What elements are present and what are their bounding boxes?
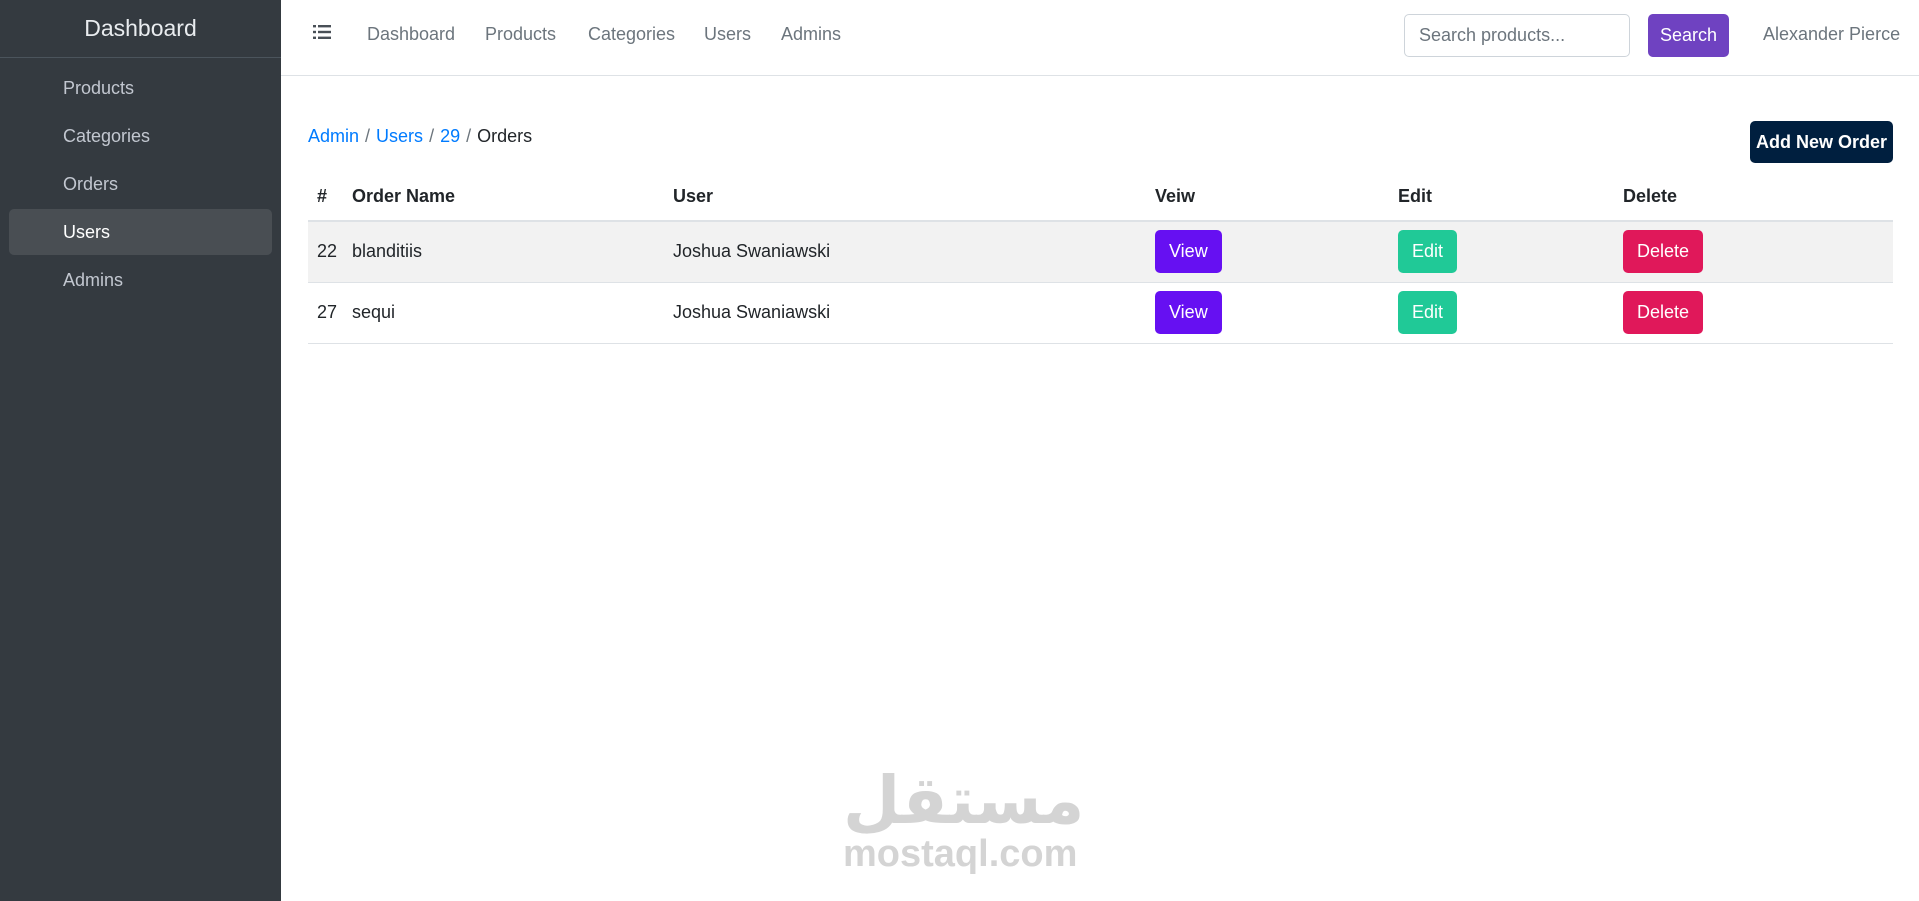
sidebar-item-users[interactable]: Users xyxy=(9,209,272,255)
order-user: Joshua Swaniawski xyxy=(664,221,1146,283)
view-cell: View xyxy=(1146,282,1389,344)
view-cell: View xyxy=(1146,221,1389,283)
edit-button[interactable]: Edit xyxy=(1398,230,1458,274)
sidebar-item-admins[interactable]: Admins xyxy=(9,257,272,303)
top-navbar: Dashboard Products Categories Users Admi… xyxy=(281,0,1919,76)
column-header-order-name: Order Name xyxy=(343,173,664,222)
breadcrumb-current: Orders xyxy=(477,126,533,146)
column-header-edit: Edit xyxy=(1389,173,1614,222)
delete-cell: Delete xyxy=(1614,282,1893,344)
column-header-delete: Delete xyxy=(1614,173,1893,222)
edit-button[interactable]: Edit xyxy=(1398,291,1458,334)
edit-cell: Edit xyxy=(1389,221,1614,283)
table-row: 22 blanditiis Joshua Swaniawski View Edi… xyxy=(308,221,1893,283)
table-header-row: # Order Name User Veiw Edit Delete xyxy=(308,173,1893,222)
delete-button[interactable]: Delete xyxy=(1623,230,1704,274)
nav-link-products[interactable]: Products xyxy=(485,24,556,45)
breadcrumb-link-user-id[interactable]: 29 xyxy=(440,126,460,146)
edit-cell: Edit xyxy=(1389,282,1614,344)
delete-cell: Delete xyxy=(1614,221,1893,283)
sidebar-nav: Products Categories Orders Users Admins xyxy=(0,58,281,303)
orders-table: # Order Name User Veiw Edit Delete 22 bl… xyxy=(308,173,1893,344)
breadcrumb-separator: / xyxy=(365,126,371,146)
view-button[interactable]: View xyxy=(1155,291,1222,334)
sidebar-item-orders[interactable]: Orders xyxy=(9,161,272,207)
list-icon[interactable] xyxy=(313,24,331,40)
nav-link-dashboard[interactable]: Dashboard xyxy=(367,24,455,45)
search-button[interactable]: Search xyxy=(1648,14,1729,57)
watermark: مستقل mostaql.com xyxy=(843,762,1085,875)
breadcrumb-separator: / xyxy=(466,126,472,146)
order-id: 27 xyxy=(308,282,343,344)
watermark-latin: mostaql.com xyxy=(843,833,1078,875)
order-name: blanditiis xyxy=(343,221,664,283)
add-new-order-button[interactable]: Add New Order xyxy=(1750,121,1893,163)
breadcrumb-separator: / xyxy=(429,126,435,146)
main-content: Admin / Users/29/Orders Add New Order # Or… xyxy=(281,76,1919,901)
user-menu[interactable]: Alexander Pierce xyxy=(1763,24,1900,45)
table-row: 27 sequi Joshua Swaniawski View Edit Del… xyxy=(308,282,1893,344)
brand-title[interactable]: Dashboard xyxy=(0,0,281,58)
watermark-arabic: مستقل xyxy=(843,762,1085,839)
order-name: sequi xyxy=(343,282,664,344)
view-button[interactable]: View xyxy=(1155,230,1222,274)
nav-link-users[interactable]: Users xyxy=(704,24,751,45)
sidebar-item-categories[interactable]: Categories xyxy=(9,113,272,159)
column-header-id: # xyxy=(308,173,343,222)
delete-button[interactable]: Delete xyxy=(1623,291,1704,334)
breadcrumb-link-admin[interactable]: Admin xyxy=(308,126,359,146)
order-user: Joshua Swaniawski xyxy=(664,282,1146,344)
search-input[interactable] xyxy=(1404,14,1630,57)
order-id: 22 xyxy=(308,221,343,283)
column-header-view: Veiw xyxy=(1146,173,1389,222)
breadcrumb: Admin / Users/29/Orders xyxy=(308,126,532,147)
column-header-user: User xyxy=(664,173,1146,222)
sidebar: Dashboard Products Categories Orders Use… xyxy=(0,0,281,901)
nav-link-admins[interactable]: Admins xyxy=(781,24,841,45)
sidebar-item-products[interactable]: Products xyxy=(9,65,272,111)
breadcrumb-link-users[interactable]: Users xyxy=(376,126,423,146)
nav-link-categories[interactable]: Categories xyxy=(588,24,675,45)
